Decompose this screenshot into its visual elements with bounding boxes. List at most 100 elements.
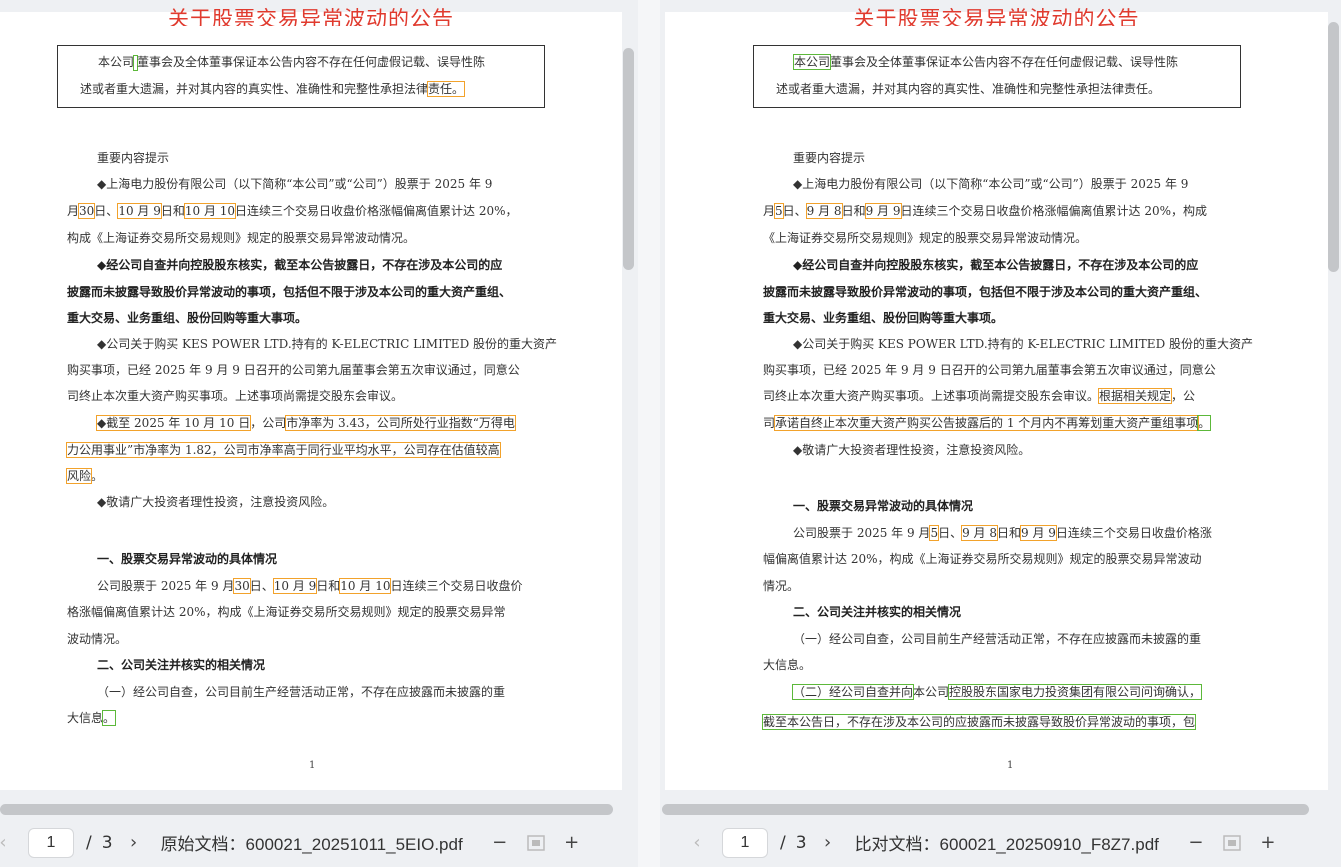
text-line: 幅偏离值累计达 20%，构成《上海证券交易所交易规则》规定的股票交易异常波动	[763, 552, 1202, 566]
fit-page-icon[interactable]	[1219, 830, 1245, 856]
horizontal-scrollbar[interactable]	[662, 804, 1309, 815]
text-line: 司承诺自终止本次重大资产购买公告披露后的 1 个月内不再筹划重大资产重组事项。	[763, 413, 1212, 433]
text-span: 日和	[841, 204, 866, 218]
text-span: 日、	[94, 204, 119, 218]
zoom-out-icon[interactable]: −	[1183, 830, 1209, 856]
announcement-title: 关于股票交易异常波动的公告	[168, 7, 454, 26]
text-span: 公司股票于 2025 年 9 月	[97, 579, 235, 593]
prev-page-icon[interactable]: ‹	[0, 830, 16, 856]
text-span: 日连续三个交易日收盘价格涨幅偏离值累计达 20%，	[235, 204, 518, 218]
text-line: ◆公司关于购买 KES POWER LTD.持有的 K-ELECTRIC LIM…	[793, 337, 1254, 351]
file-label: 比对文档：600021_20250910_F8Z7.pdf	[854, 835, 1159, 854]
text-span: 日、	[782, 204, 807, 218]
diff-highlight[interactable]: 5	[774, 203, 784, 219]
prev-page-icon[interactable]: ‹	[684, 830, 710, 856]
text-line: 大信息。	[763, 658, 812, 672]
document-page: 关于股票交易异常波动的公告 本公司董事会及全体董事保证本公告内容不存在任何虚假记…	[0, 7, 622, 790]
zoom-in-icon[interactable]: +	[559, 830, 585, 856]
page-number: 1	[309, 760, 316, 771]
horizontal-scrollbar[interactable]	[0, 804, 613, 815]
next-page-icon[interactable]: ›	[121, 830, 147, 856]
text-line: ◆公司关于购买 KES POWER LTD.持有的 K-ELECTRIC LIM…	[97, 337, 558, 351]
vertical-scrollbar[interactable]	[1328, 22, 1339, 272]
text-span: 日、	[249, 579, 274, 593]
diff-highlight[interactable]: 9 月 9	[864, 203, 902, 219]
text-span: 月	[763, 204, 776, 218]
diff-highlight[interactable]: 责任。	[427, 81, 466, 97]
diff-highlight[interactable]: 10 月 9	[117, 203, 162, 219]
text-span: 日和	[160, 204, 185, 218]
page-number-input[interactable]: 1	[28, 827, 74, 858]
disclaimer-text: 本公司	[98, 55, 135, 69]
diff-highlight[interactable]: 9 月 9	[1020, 525, 1057, 541]
text-line: 重要内容提示	[793, 151, 866, 165]
bold-line: ◆经公司自查并向控股股东核实，截至本公告披露日，不存在涉及本公司的应	[793, 258, 1199, 272]
left-toolbar: ‹ 1 / 3 › 原始文档：600021_20251011_5EIO.pdf …	[0, 818, 638, 867]
text-line: 公司股票于 2025 年 9 月5日、9 月 8日和9 月 9日连续三个交易日收…	[793, 523, 1212, 543]
page-separator: /	[780, 832, 786, 853]
text-line: ◆敬请广大投资者理性投资，注意投资风险。	[97, 495, 335, 509]
announcement-title: 关于股票交易异常波动的公告	[853, 7, 1140, 26]
disclaimer-box: 本公司董事会及全体董事保证本公告内容不存在任何虚假记载、误导性陈 述或者重大遗漏…	[753, 45, 1241, 108]
diff-highlight[interactable]: 10 月 9	[272, 578, 318, 594]
page-number-input[interactable]: 1	[722, 827, 768, 858]
diff-highlight[interactable]: （二）经公司自查并向	[791, 684, 915, 700]
text-line: （二）经公司自查并向本公司控股股东国家电力投资集团有限公司问询确认，	[791, 682, 1203, 702]
diff-highlight[interactable]: 力公用事业”市净率为 1.82，公司市净率高于同行业平均水平，公司存在估值较高	[66, 442, 501, 458]
diff-highlight[interactable]: 承诺自终止本次重大资产购买公告披露后的 1 个月内不再筹划重大资产重组事项	[774, 415, 1200, 431]
diff-highlight[interactable]: 9 月 8	[961, 525, 998, 541]
next-page-icon[interactable]: ›	[815, 830, 841, 856]
bold-line: 披露而未披露导致股价异常波动的事项，包括但不限于涉及本公司的重大资产重组、	[763, 285, 1208, 299]
vertical-scrollbar[interactable]	[623, 48, 634, 270]
diff-highlight[interactable]: 10 月 10	[339, 578, 392, 594]
text-line: 力公用事业”市净率为 1.82，公司市净率高于同行业平均水平，公司存在估值较高	[66, 440, 501, 460]
text-line: 月5日、9 月 8日和9 月 9日连续三个交易日收盘价格涨幅偏离值累计达 20%…	[763, 201, 1207, 221]
text-line: 截至本公告日，不存在涉及本公司的应披露而未披露导致股价异常波动的事项，包	[761, 712, 1197, 732]
diff-highlight[interactable]: 。	[1197, 415, 1212, 431]
diff-highlight[interactable]: 本公司	[792, 54, 832, 70]
diff-highlight[interactable]: 。	[102, 710, 117, 726]
zoom-in-icon[interactable]: +	[1255, 830, 1281, 856]
page-separator: /	[86, 832, 92, 853]
bold-line: 重大交易、业务重组、股份回购等重大事项。	[67, 311, 308, 325]
diff-highlight[interactable]: 截至本公告日，不存在涉及本公司的应披露而未披露导致股价异常波动的事项，包	[761, 714, 1197, 730]
text-line: 《上海证券交易所交易规则》规定的股票交易异常波动情况。	[763, 231, 1088, 245]
diff-highlight[interactable]: 5	[929, 525, 940, 541]
text-line: （一）经公司自查，公司目前生产经营活动正常，不存在应披露而未披露的重	[97, 685, 506, 699]
section-heading: 一、股票交易异常波动的具体情况	[97, 552, 278, 566]
text-line: 月30日、10 月 9日和10 月 10日连续三个交易日收盘价格涨幅偏离值累计达…	[67, 201, 518, 221]
text-span: 公司股票于 2025 年 9 月	[793, 526, 931, 540]
diff-highlight[interactable]: 9 月 8	[805, 203, 843, 219]
diff-highlight[interactable]: 风险	[65, 468, 93, 484]
text-span: 日连续三个交易日收盘价	[390, 579, 523, 593]
diff-highlight[interactable]: 控股股东国家电力投资集团有限公司问询确认，	[948, 684, 1203, 700]
diff-highlight[interactable]: 30	[77, 203, 96, 219]
text-line: 风险。	[65, 466, 104, 486]
original-document-pane[interactable]: 关于股票交易异常波动的公告 本公司 董事会及全体董事保证本公告内容不存在任何虚假记…	[0, 0, 638, 867]
text-line: （一）经公司自查，公司目前生产经营活动正常，不存在应披露而未披露的重	[793, 632, 1202, 646]
diff-highlight[interactable]: 10 月 10	[183, 203, 237, 219]
diff-highlight[interactable]: 市净率为 3.43，公司所处行业指数“万得电	[285, 415, 516, 431]
total-pages: 3	[795, 832, 807, 853]
text-line: 司终止本次重大资产购买事项。上述事项尚需提交股东会审议。根据相关规定，公	[763, 386, 1195, 406]
diff-highlight[interactable]: ◆截至 2025 年 10 月 10 日	[95, 415, 252, 431]
section-heading: 二、公司关注并核实的相关情况	[793, 605, 962, 619]
zoom-out-icon[interactable]: −	[487, 830, 513, 856]
fit-page-icon[interactable]	[523, 830, 549, 856]
text-line: 构成《上海证券交易所交易规则》规定的股票交易异常波动情况。	[67, 231, 416, 245]
diff-highlight[interactable]: 根据相关规定	[1098, 388, 1173, 404]
disclaimer-text: 述或者重大遗漏，并对其内容的真实性、准确性和完整性承担法律	[80, 82, 429, 96]
compared-document-pane[interactable]: 关于股票交易异常波动的公告 本公司董事会及全体董事保证本公告内容不存在任何虚假记…	[660, 0, 1341, 867]
text-span: 。	[91, 469, 104, 483]
diff-highlight[interactable]: 30	[233, 578, 251, 594]
total-pages: 3	[101, 832, 113, 853]
text-line: 大信息。	[67, 708, 117, 728]
section-heading: 一、股票交易异常波动的具体情况	[793, 499, 974, 513]
disclaimer-box: 本公司董事会及全体董事保证本公告内容不存在任何虚假记载、误导性陈 述或者重大遗漏…	[57, 45, 545, 108]
text-span: 日和	[316, 579, 341, 593]
text-span: 日连续三个交易日收盘价格涨	[1055, 526, 1212, 540]
text-line: 波动情况。	[67, 632, 128, 646]
document-page: 关于股票交易异常波动的公告 本公司董事会及全体董事保证本公告内容不存在任何虚假记…	[665, 7, 1328, 790]
pane-divider[interactable]	[638, 0, 660, 867]
text-span: 司	[763, 416, 776, 430]
